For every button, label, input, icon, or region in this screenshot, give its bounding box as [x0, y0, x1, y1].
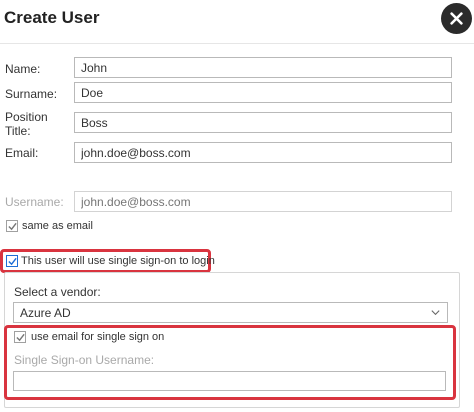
position-title-label: Position Title: [5, 110, 48, 138]
sso-label: This user will use single sign-on to log… [21, 255, 215, 267]
chevron-down-icon [431, 310, 440, 316]
checkmark-icon [8, 222, 17, 231]
position-label-line1: Position [5, 110, 48, 124]
use-email-sso-label: use email for single sign on [31, 331, 165, 343]
position-title-input[interactable] [74, 112, 452, 133]
position-label-line2: Title: [5, 124, 31, 138]
name-label: Name: [5, 62, 41, 76]
vendor-label: Select a vendor: [14, 285, 101, 299]
vendor-select[interactable]: Azure AD [13, 302, 448, 323]
checkmark-icon [8, 257, 17, 266]
vendor-selected-value: Azure AD [20, 306, 71, 320]
dialog-title: Create User [4, 8, 100, 27]
sso-username-input[interactable] [13, 371, 446, 391]
sso-checkbox[interactable] [6, 255, 18, 267]
email-input[interactable] [74, 142, 452, 163]
sso-username-label: Single Sign-on Username: [14, 353, 155, 367]
header-divider [0, 43, 474, 44]
same-as-email-checkbox[interactable] [6, 220, 18, 232]
use-email-sso-checkbox[interactable] [14, 331, 26, 343]
same-as-email-label: same as email [22, 220, 93, 232]
name-input[interactable] [74, 57, 452, 78]
checkmark-icon [16, 333, 25, 342]
close-button[interactable] [441, 3, 472, 34]
surname-input[interactable] [74, 82, 452, 103]
surname-label: Surname: [5, 87, 58, 101]
username-input[interactable] [74, 191, 452, 212]
username-label: Username: [5, 195, 64, 209]
close-icon [450, 12, 463, 25]
email-label: Email: [5, 146, 39, 160]
